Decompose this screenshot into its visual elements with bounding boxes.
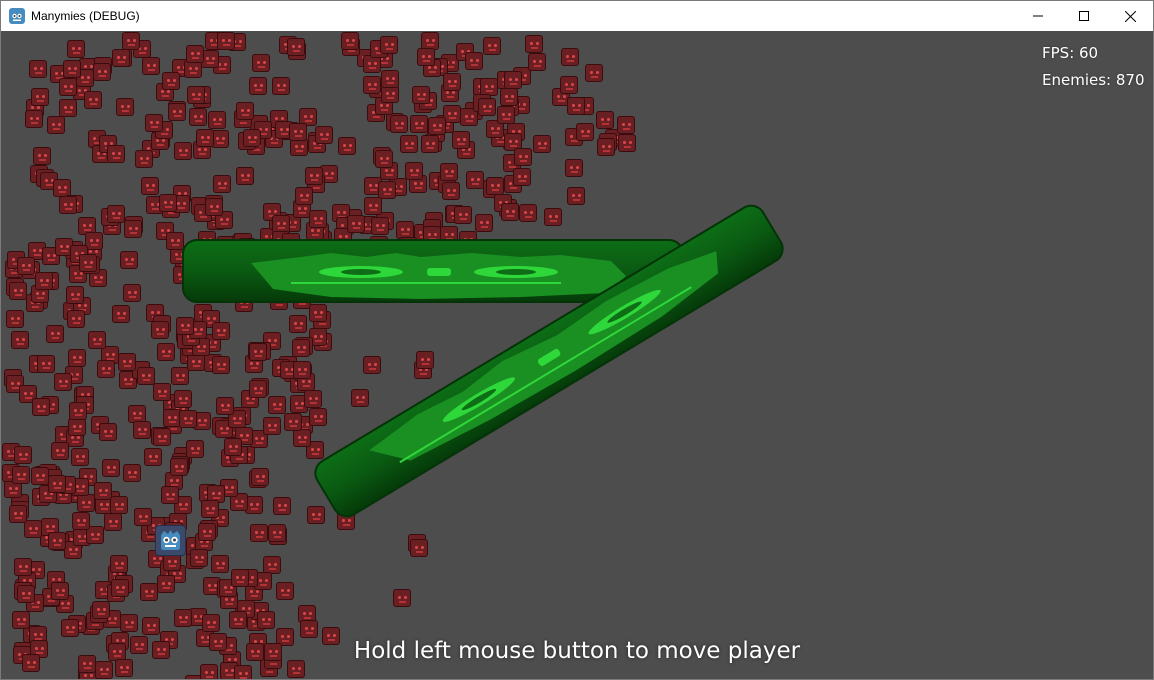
close-icon: [1124, 10, 1136, 22]
enemy-counter: Enemies: 870: [1042, 71, 1145, 89]
minimize-button[interactable]: [1015, 1, 1061, 31]
window-title: Manymies (DEBUG): [31, 9, 140, 23]
maximize-icon: [1079, 11, 1089, 21]
game-window: Manymies (DEBUG) FPS: 60 Enemies: 870 Ho…: [0, 0, 1154, 680]
title-bar[interactable]: Manymies (DEBUG): [1, 1, 1153, 31]
close-button[interactable]: [1107, 1, 1153, 31]
player-character: [155, 525, 186, 556]
godot-icon: [9, 8, 25, 24]
game-viewport[interactable]: FPS: 60 Enemies: 870 Hold left mouse but…: [1, 31, 1153, 679]
window-controls: [1015, 1, 1153, 31]
rotating-blades: [182, 204, 784, 518]
instruction-text: Hold left mouse button to move player: [353, 638, 801, 664]
minimize-icon: [1033, 15, 1043, 17]
maximize-button[interactable]: [1061, 1, 1107, 31]
fps-counter: FPS: 60: [1042, 44, 1099, 62]
godot-player-icon: [161, 530, 180, 550]
